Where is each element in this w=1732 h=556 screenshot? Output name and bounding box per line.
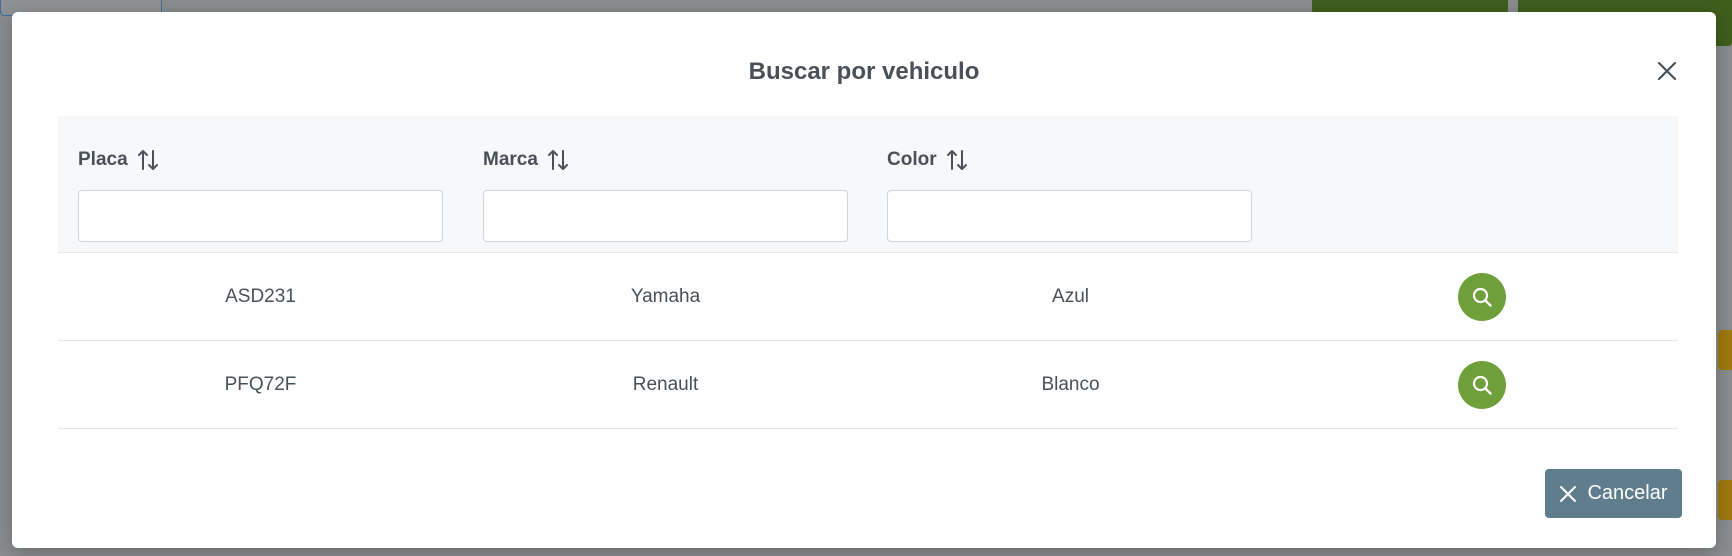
color-filter-input[interactable] bbox=[887, 190, 1252, 242]
cell-action bbox=[1273, 341, 1678, 429]
table-row: ASD231 Yamaha Azul bbox=[58, 253, 1678, 341]
cell-color: Blanco bbox=[1041, 374, 1100, 395]
column-sort-marca[interactable]: Marca bbox=[483, 148, 569, 172]
cancel-button[interactable]: Cancelar bbox=[1545, 469, 1682, 518]
cell-action bbox=[1273, 253, 1678, 341]
cell-placa: ASD231 bbox=[225, 286, 296, 307]
table-row: PFQ72F Renault Blanco bbox=[58, 341, 1678, 429]
column-label-placa: Placa bbox=[78, 149, 128, 170]
placa-filter-input[interactable] bbox=[78, 190, 443, 242]
column-sort-placa[interactable]: Placa bbox=[78, 148, 159, 172]
select-vehicle-button[interactable] bbox=[1457, 273, 1506, 321]
background-badge bbox=[1718, 330, 1732, 370]
close-icon bbox=[1560, 485, 1577, 502]
vehicle-table: Placa Marca Color ASD231 Yamaha Azul PFQ… bbox=[58, 116, 1678, 429]
cancel-label: Cancelar bbox=[1587, 482, 1668, 504]
column-sort-color[interactable]: Color bbox=[887, 148, 968, 172]
sort-icon bbox=[137, 148, 159, 172]
search-icon bbox=[1472, 375, 1492, 395]
close-icon bbox=[1657, 61, 1677, 81]
modal-title: Buscar por vehiculo bbox=[748, 58, 980, 85]
column-label-marca: Marca bbox=[483, 149, 538, 170]
marca-filter-input[interactable] bbox=[483, 190, 848, 242]
cell-placa: PFQ72F bbox=[224, 374, 297, 395]
cell-marca: Renault bbox=[632, 374, 699, 395]
sort-icon bbox=[946, 148, 968, 172]
search-icon bbox=[1472, 287, 1492, 307]
cell-color: Azul bbox=[1052, 286, 1089, 307]
cell-marca: Yamaha bbox=[630, 286, 701, 307]
close-button[interactable] bbox=[1654, 58, 1680, 84]
sort-icon bbox=[547, 148, 569, 172]
select-vehicle-button[interactable] bbox=[1457, 361, 1506, 409]
background-badge bbox=[1718, 480, 1732, 520]
table-header: Placa Marca Color bbox=[58, 116, 1678, 253]
vehicle-search-modal: Buscar por vehiculo Placa Marca Color AS… bbox=[12, 12, 1716, 548]
column-label-color: Color bbox=[887, 149, 937, 170]
